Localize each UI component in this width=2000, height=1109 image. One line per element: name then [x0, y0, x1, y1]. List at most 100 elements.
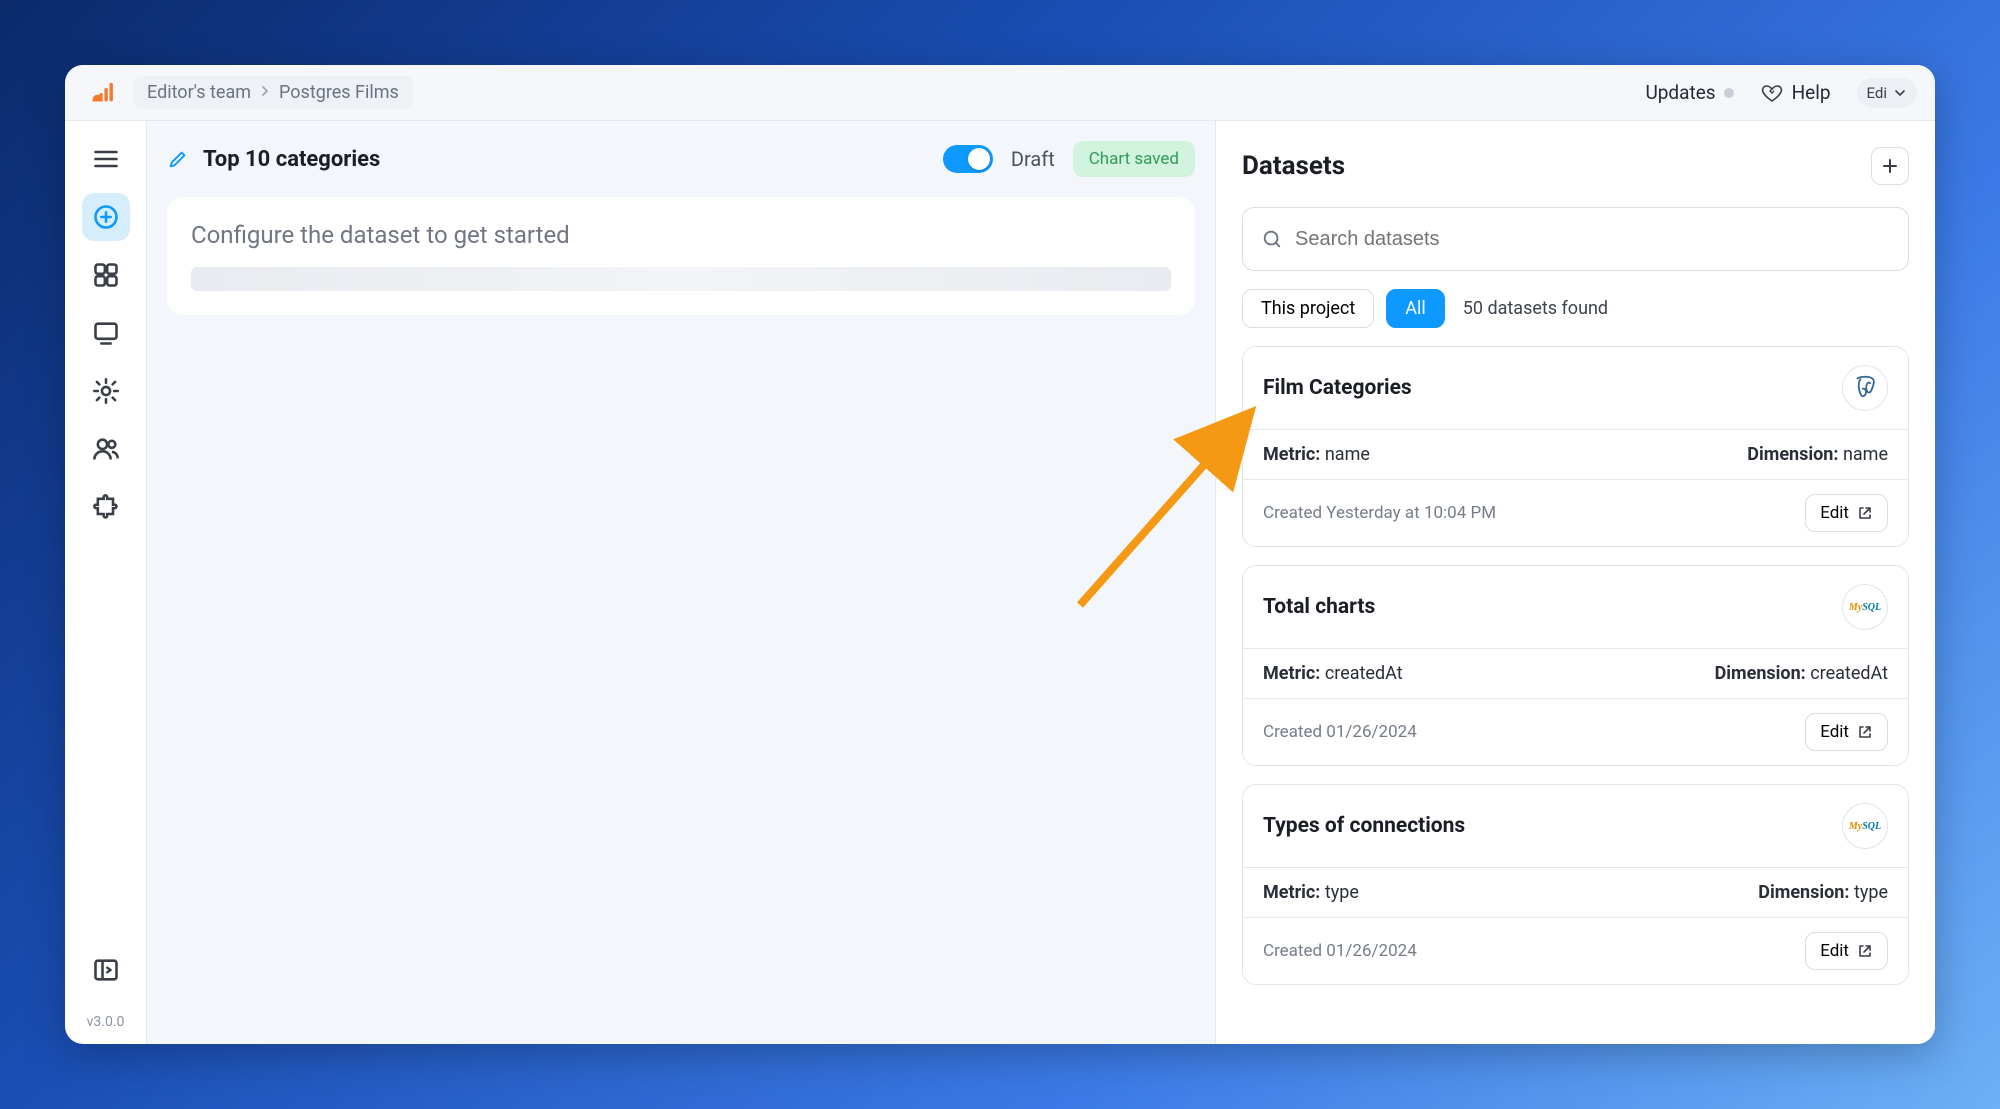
breadcrumb-team[interactable]: Editor's team — [147, 82, 251, 103]
sidebar-integrations-button[interactable] — [82, 483, 130, 531]
puzzle-icon — [92, 493, 120, 521]
external-link-icon — [1857, 943, 1873, 959]
metric-label: Metric: — [1263, 444, 1320, 465]
edit-label: Edit — [1820, 722, 1849, 742]
dataset-metric-row: Metric: name Dimension: name — [1243, 430, 1908, 480]
datasets-count: 50 datasets found — [1463, 298, 1608, 319]
dataset-list: Film Categories Metric: name Dimension: … — [1242, 346, 1909, 1003]
dimension-label: Dimension: — [1758, 882, 1849, 903]
filter-this-project[interactable]: This project — [1242, 289, 1374, 328]
edit-label: Edit — [1820, 503, 1849, 523]
sidebar-collapse-button[interactable] — [82, 946, 130, 994]
filter-all[interactable]: All — [1386, 289, 1445, 328]
dimension-label: Dimension: — [1747, 444, 1838, 465]
dataset-card[interactable]: Film Categories Metric: name Dimension: … — [1242, 346, 1909, 547]
users-icon — [92, 435, 120, 463]
sidebar-monitor-button[interactable] — [82, 309, 130, 357]
dataset-metric-row: Metric: createdAt Dimension: createdAt — [1243, 649, 1908, 699]
metric-value: type — [1325, 882, 1359, 903]
metric-label: Metric: — [1263, 663, 1320, 684]
user-menu[interactable]: Edi — [1857, 78, 1918, 108]
postgres-icon — [1842, 365, 1888, 411]
dataset-header: Types of connections MySQL — [1243, 785, 1908, 868]
editor-area: Top 10 categories Draft Chart saved Conf… — [147, 121, 1215, 1044]
status-dot-icon — [1724, 88, 1734, 98]
sidebar-menu-button[interactable] — [82, 135, 130, 183]
chevron-right-icon — [259, 85, 271, 101]
datasets-panel: Datasets This project All 50 datasets fo… — [1215, 121, 1935, 1044]
gear-icon — [92, 377, 120, 405]
search-input[interactable] — [1295, 228, 1890, 251]
menu-icon — [92, 145, 120, 173]
dataset-header: Film Categories — [1243, 347, 1908, 430]
app-body: v3.0.0 Top 10 categories Draft Chart sav… — [65, 121, 1935, 1044]
sidebar: v3.0.0 — [65, 121, 147, 1044]
filter-row: This project All 50 datasets found — [1242, 289, 1909, 328]
postgres-icon — [1852, 375, 1878, 401]
chart-title[interactable]: Top 10 categories — [203, 147, 380, 172]
sidebar-settings-button[interactable] — [82, 367, 130, 415]
config-message: Configure the dataset to get started — [191, 221, 1171, 249]
dimension-value: name — [1843, 444, 1888, 465]
panel-left-icon — [92, 956, 120, 984]
dataset-metric-row: Metric: type Dimension: type — [1243, 868, 1908, 918]
dataset-name: Total charts — [1263, 595, 1375, 619]
panel-title: Datasets — [1242, 151, 1345, 181]
plus-circle-icon — [92, 203, 120, 231]
draft-label: Draft — [1011, 147, 1055, 171]
edit-label: Edit — [1820, 941, 1849, 961]
heart-handshake-icon — [1760, 81, 1784, 105]
sidebar-dashboards-button[interactable] — [82, 251, 130, 299]
main: Top 10 categories Draft Chart saved Conf… — [147, 121, 1935, 1044]
topbar: Editor's team Postgres Films Updates Hel… — [65, 65, 1935, 121]
sidebar-add-button[interactable] — [82, 193, 130, 241]
external-link-icon — [1857, 724, 1873, 740]
dataset-footer: Created Yesterday at 10:04 PM Edit — [1243, 480, 1908, 546]
help-link[interactable]: Help — [1760, 81, 1831, 105]
draft-toggle[interactable] — [943, 145, 993, 173]
app-logo[interactable] — [83, 75, 119, 111]
dimension-value: type — [1854, 882, 1888, 903]
mysql-icon: MySQL — [1842, 584, 1888, 630]
user-initials: Edi — [1867, 84, 1888, 102]
updates-label: Updates — [1645, 81, 1715, 104]
updates-link[interactable]: Updates — [1645, 81, 1733, 104]
pencil-icon — [167, 148, 189, 170]
mysql-icon: MySQL — [1842, 803, 1888, 849]
edit-dataset-button[interactable]: Edit — [1805, 494, 1888, 532]
help-label: Help — [1792, 81, 1831, 104]
metric-value: name — [1325, 444, 1370, 465]
search-wrap[interactable] — [1242, 207, 1909, 271]
logo-icon — [84, 76, 118, 110]
dataset-card[interactable]: Total charts MySQL Metric: createdAt Dim… — [1242, 565, 1909, 766]
edit-dataset-button[interactable]: Edit — [1805, 932, 1888, 970]
editor-header-right: Draft Chart saved — [943, 141, 1195, 177]
breadcrumb[interactable]: Editor's team Postgres Films — [133, 76, 413, 109]
dataset-card[interactable]: Types of connections MySQL Metric: type … — [1242, 784, 1909, 985]
version-label: v3.0.0 — [87, 1014, 125, 1030]
editor-header: Top 10 categories Draft Chart saved — [167, 141, 1195, 177]
app-window: Editor's team Postgres Films Updates Hel… — [65, 65, 1935, 1044]
dataset-footer: Created 01/26/2024 Edit — [1243, 699, 1908, 765]
breadcrumb-project[interactable]: Postgres Films — [279, 82, 399, 103]
dimension-value: createdAt — [1810, 663, 1888, 684]
metric-label: Metric: — [1263, 882, 1320, 903]
metric-value: createdAt — [1325, 663, 1403, 684]
plus-icon — [1881, 157, 1899, 175]
dataset-footer: Created 01/26/2024 Edit — [1243, 918, 1908, 984]
search-icon — [1261, 228, 1283, 250]
toggle-knob — [968, 148, 990, 170]
created-text: Created Yesterday at 10:04 PM — [1263, 503, 1496, 523]
sidebar-team-button[interactable] — [82, 425, 130, 473]
edit-dataset-button[interactable]: Edit — [1805, 713, 1888, 751]
panel-header: Datasets — [1242, 147, 1909, 185]
dataset-name: Film Categories — [1263, 376, 1412, 400]
external-link-icon — [1857, 505, 1873, 521]
dataset-name: Types of connections — [1263, 814, 1465, 838]
grid-icon — [92, 261, 120, 289]
topbar-right: Updates Help Edi — [1645, 78, 1917, 108]
dimension-label: Dimension: — [1715, 663, 1806, 684]
chevron-down-icon — [1893, 86, 1907, 100]
add-dataset-button[interactable] — [1871, 147, 1909, 185]
editor-card: Configure the dataset to get started — [167, 197, 1195, 315]
